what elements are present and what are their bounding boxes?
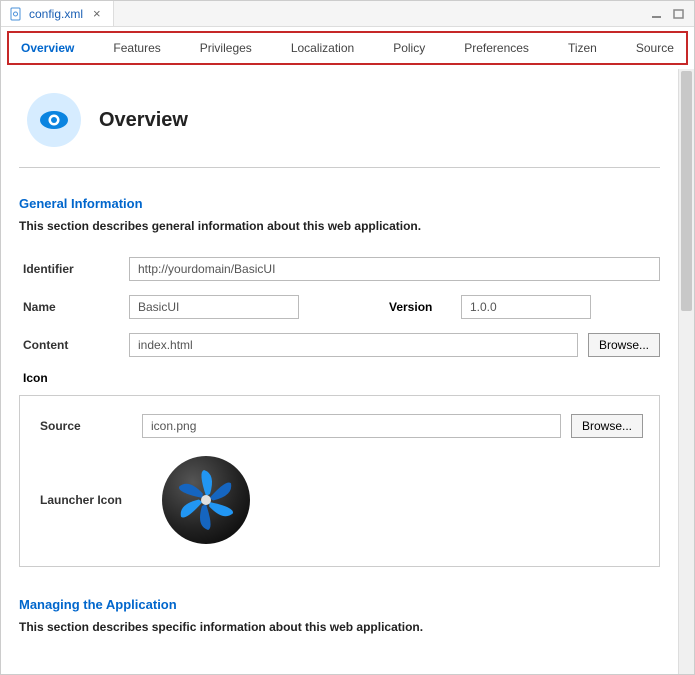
- name-label: Name: [19, 300, 119, 314]
- general-section: General Information This section describ…: [19, 196, 660, 567]
- version-field[interactable]: [461, 295, 591, 319]
- minimize-icon[interactable]: [648, 7, 666, 21]
- identifier-label: Identifier: [19, 262, 119, 276]
- file-icon: [9, 7, 23, 21]
- managing-section: Managing the Application This section de…: [19, 597, 660, 634]
- tab-source[interactable]: Source: [632, 39, 678, 57]
- file-tab-label: config.xml: [29, 7, 83, 21]
- icon-source-label: Source: [36, 419, 132, 433]
- file-tab[interactable]: config.xml ×: [1, 1, 114, 26]
- name-field[interactable]: [129, 295, 299, 319]
- maximize-icon[interactable]: [670, 7, 688, 21]
- icon-group: Source Browse... Launcher Icon: [19, 395, 660, 567]
- tab-policy[interactable]: Policy: [389, 39, 429, 57]
- version-label: Version: [389, 300, 451, 314]
- tab-tizen[interactable]: Tizen: [564, 39, 601, 57]
- tab-localization[interactable]: Localization: [287, 39, 358, 57]
- content-browse-button[interactable]: Browse...: [588, 333, 660, 357]
- content-label: Content: [19, 338, 119, 352]
- managing-description: This section describes specific informat…: [19, 620, 660, 634]
- scrollbar-thumb[interactable]: [681, 71, 692, 311]
- page-title: Overview: [99, 109, 188, 132]
- icon-source-field[interactable]: [142, 414, 561, 438]
- general-description: This section describes general informati…: [19, 219, 660, 233]
- tab-privileges[interactable]: Privileges: [196, 39, 256, 57]
- content-panel: Overview General Information This sectio…: [1, 69, 678, 674]
- identifier-field[interactable]: [129, 257, 660, 281]
- titlebar: config.xml ×: [1, 1, 694, 27]
- tab-overview[interactable]: Overview: [17, 39, 78, 57]
- tab-preferences[interactable]: Preferences: [460, 39, 533, 57]
- general-heading: General Information: [19, 196, 660, 211]
- tab-features[interactable]: Features: [109, 39, 164, 57]
- close-tab-icon[interactable]: ×: [89, 6, 105, 21]
- editor-tabs: Overview Features Privileges Localizatio…: [7, 31, 688, 65]
- window-controls: [648, 1, 694, 26]
- launcher-icon-preview: [162, 456, 250, 544]
- content-field[interactable]: [129, 333, 578, 357]
- overview-icon: [27, 93, 81, 147]
- launcher-icon-label: Launcher Icon: [36, 493, 132, 507]
- icon-browse-button[interactable]: Browse...: [571, 414, 643, 438]
- vertical-scrollbar[interactable]: [678, 69, 694, 674]
- icon-group-label: Icon: [23, 371, 660, 385]
- page-header: Overview: [19, 77, 660, 168]
- managing-heading: Managing the Application: [19, 597, 660, 612]
